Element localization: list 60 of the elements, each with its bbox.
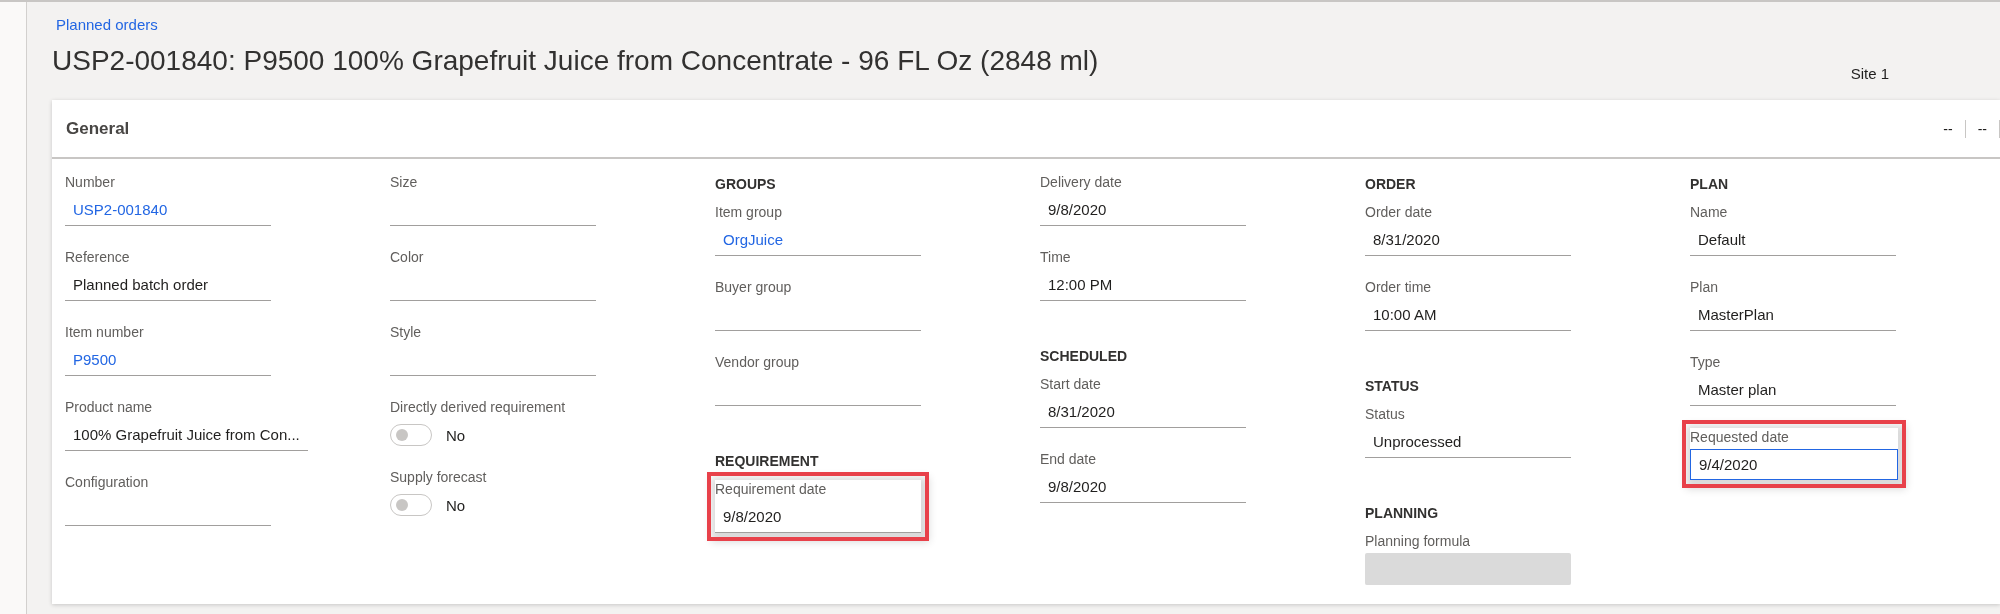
input-field[interactable]: Default: [1690, 224, 1896, 256]
input-field[interactable]: 9/4/2020: [1690, 449, 1898, 480]
field-label: End date: [1040, 450, 1098, 468]
field-label: Order date: [1365, 203, 1433, 221]
toggle-value: No: [446, 496, 466, 514]
field-label: Delivery date: [1040, 173, 1123, 191]
input-field[interactable]: P9500: [65, 344, 271, 376]
field-label: Number: [65, 173, 116, 191]
toggle-switch[interactable]: [390, 424, 432, 446]
group-heading: PLANNING: [1365, 504, 1439, 523]
input-field[interactable]: 10:00 AM: [1365, 299, 1571, 331]
input-field[interactable]: 12:00 PM: [1040, 269, 1246, 301]
field-label: Color: [390, 248, 425, 266]
input-field[interactable]: 8/31/2020: [1365, 224, 1571, 256]
field-label: Vendor group: [715, 353, 801, 371]
field-label: Item number: [65, 323, 145, 341]
field-label: Item group: [715, 203, 783, 221]
input-field[interactable]: Planned batch order: [65, 269, 271, 301]
breadcrumb-link[interactable]: Planned orders: [56, 16, 2000, 34]
field-label: Configuration: [65, 473, 150, 491]
field-label: Planning formula: [1365, 532, 1472, 550]
field-label: Product name: [65, 398, 154, 416]
field-label: Supply forecast: [390, 468, 487, 486]
page-title: USP2-001840: P9500 100% Grapefruit Juice from Concentrate - 96 FL Oz (2848 ml): [52, 44, 1099, 78]
group-heading: PLAN: [1690, 175, 1729, 194]
toggle-value: No: [446, 426, 466, 444]
group-heading: ORDER: [1365, 175, 1416, 194]
field-label: Directly derived requirement: [390, 398, 566, 416]
site-label: Site 1: [1850, 65, 1889, 82]
input-field[interactable]: 9/8/2020: [715, 501, 921, 533]
header-summary: --: [1942, 120, 1954, 137]
field-label: Requested date: [1690, 428, 1790, 446]
input-field[interactable]: USP2-001840: [65, 194, 271, 226]
field-label: Buyer group: [715, 278, 793, 296]
toggle-switch[interactable]: [390, 494, 432, 516]
input-field[interactable]: Master plan: [1690, 374, 1896, 406]
field-label: Plan: [1690, 278, 1720, 296]
field-label: Start date: [1040, 375, 1102, 393]
input-field[interactable]: MasterPlan: [1690, 299, 1896, 331]
header-summary: --: [1976, 120, 1988, 137]
input-field[interactable]: 9/8/2020: [1040, 471, 1246, 503]
field-label: Type: [1690, 353, 1722, 371]
input-field[interactable]: 8/31/2020: [1040, 396, 1246, 428]
group-heading: STATUS: [1365, 377, 1419, 396]
field-label: Size: [390, 173, 419, 191]
input-field[interactable]: 9/8/2020: [1040, 194, 1246, 226]
group-heading: REQUIREMENT: [715, 452, 819, 471]
group-heading: GROUPS: [715, 175, 776, 194]
field-label: Status: [1365, 405, 1406, 423]
field-label: Name: [1690, 203, 1729, 221]
field-label: Reference: [65, 248, 131, 266]
field-label: Order time: [1365, 278, 1433, 296]
field-label: Requirement date: [715, 480, 828, 498]
input-field[interactable]: 100% Grapefruit Juice from Con...: [65, 419, 308, 451]
field-label: Time: [1040, 248, 1072, 266]
group-heading: SCHEDULED: [1040, 347, 1128, 366]
input-field[interactable]: Unprocessed: [1365, 426, 1571, 458]
section-title[interactable]: General: [66, 118, 130, 139]
field-label: Style: [390, 323, 423, 341]
input-field[interactable]: OrgJuice: [715, 224, 921, 256]
